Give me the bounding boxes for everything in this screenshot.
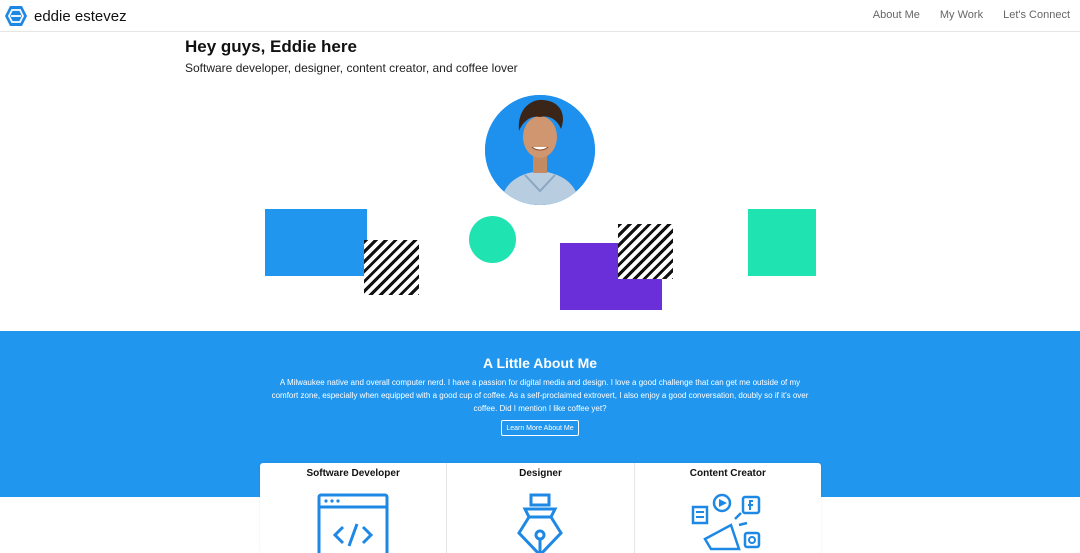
card-software-developer: Software Developer xyxy=(260,463,448,553)
brand-link[interactable]: eddie estevez xyxy=(4,5,127,27)
card-designer: Designer xyxy=(447,463,635,553)
about-body: A Milwaukee native and overall computer … xyxy=(271,378,809,413)
hero-subtitle: Software developer, designer, content cr… xyxy=(185,61,518,75)
mint-circle xyxy=(469,216,516,263)
profile-photo xyxy=(485,95,595,205)
striped-square-right xyxy=(618,224,673,279)
striped-square-left xyxy=(364,240,419,295)
hexagon-logo-icon xyxy=(5,6,27,26)
mint-square xyxy=(748,209,816,276)
nav-link-work[interactable]: My Work xyxy=(940,9,983,21)
pen-nib-icon xyxy=(517,493,564,553)
megaphone-social-icon xyxy=(691,493,761,551)
avatar xyxy=(485,95,595,205)
card-title: Designer xyxy=(519,468,562,479)
learn-more-button[interactable]: Learn More About Me xyxy=(501,420,579,436)
nav-link-connect[interactable]: Let's Connect xyxy=(1003,9,1070,21)
blue-rectangle xyxy=(265,209,367,276)
card-content-creator: Content Creator xyxy=(635,463,821,553)
about-title: A Little About Me xyxy=(482,355,598,371)
brand-name: eddie estevez xyxy=(34,7,127,25)
hero-title: Hey guys, Eddie here xyxy=(185,37,357,56)
card-title: Content Creator xyxy=(689,468,766,479)
navbar: eddie estevez About Me My Work Let's Con… xyxy=(0,0,1080,32)
card-title: Software Developer xyxy=(306,468,400,479)
skills-cards: Software Developer Designer Content Crea… xyxy=(260,463,821,553)
code-window-icon xyxy=(317,493,389,553)
nav-link-about[interactable]: About Me xyxy=(873,9,920,21)
nav-links: About Me My Work Let's Connect xyxy=(853,9,1070,21)
